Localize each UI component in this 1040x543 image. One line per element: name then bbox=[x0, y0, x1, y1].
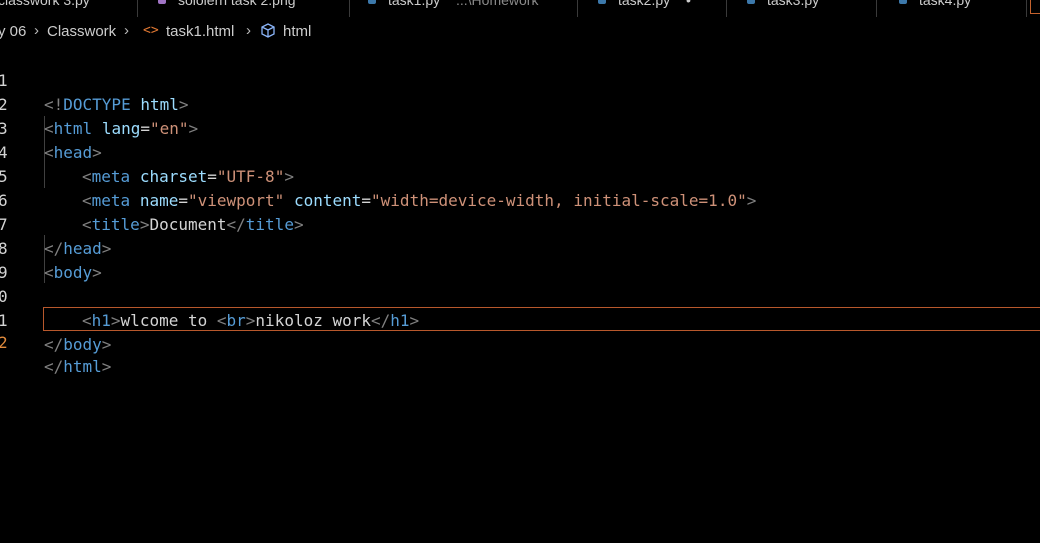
tab-label: task4.py bbox=[919, 0, 972, 8]
code-line[interactable]: 2 <html lang="en"> bbox=[0, 69, 1040, 138]
code-line[interactable]: 1 <!DOCTYPE html> bbox=[0, 45, 1040, 114]
breadcrumb-item-file[interactable]: task1.html bbox=[166, 23, 234, 40]
code-text: </html> bbox=[44, 357, 112, 376]
code-line-active[interactable]: 2 </html> bbox=[0, 307, 1040, 376]
active-tab-edge[interactable] bbox=[1030, 0, 1040, 14]
image-file-icon bbox=[158, 0, 166, 4]
tab-task3[interactable]: task3.py bbox=[727, 0, 877, 17]
breadcrumb-item-classwork[interactable]: Classwork bbox=[47, 23, 116, 40]
python-file-icon bbox=[899, 0, 907, 4]
code-line[interactable]: 0 <h1>wlcome to <br>nikoloz work</h1> bbox=[0, 261, 1040, 330]
tab-sololern-task-2[interactable]: sololern task 2.png bbox=[138, 0, 350, 17]
code-text: </body> bbox=[44, 335, 112, 354]
tab-label: sololern task 2.png bbox=[178, 0, 296, 8]
cube-icon bbox=[259, 22, 277, 44]
breadcrumb: y 06 › Classwork › <> task1.html › html bbox=[0, 22, 1040, 44]
tab-task1-homework[interactable]: task1.py ...\Homework bbox=[350, 0, 578, 17]
python-file-icon bbox=[598, 0, 606, 4]
python-file-icon bbox=[747, 0, 755, 4]
breadcrumb-item-folder[interactable]: y 06 bbox=[0, 23, 26, 40]
code-line[interactable]: 6 <title>Document</title> bbox=[0, 165, 1040, 234]
code-line[interactable]: 9 bbox=[0, 237, 1040, 282]
tab-label: task2.py bbox=[618, 0, 671, 8]
python-file-icon bbox=[368, 0, 376, 4]
chevron-right-icon: › bbox=[34, 22, 39, 39]
breadcrumb-item-symbol[interactable]: html bbox=[283, 23, 311, 40]
unsaved-dot-icon: • bbox=[686, 0, 691, 8]
tab-classwork-3[interactable]: classwork 3.py bbox=[0, 0, 138, 17]
tab-task2[interactable]: task2.py • bbox=[578, 0, 727, 17]
tab-label: classwork 3.py bbox=[0, 0, 90, 8]
code-line[interactable]: 4 <meta charset="UTF-8"> bbox=[0, 117, 1040, 186]
tab-label: task1.py bbox=[388, 0, 441, 8]
chevron-right-icon: › bbox=[124, 22, 129, 39]
code-line[interactable]: 3 <head> bbox=[0, 93, 1040, 162]
html-file-icon: <> bbox=[143, 23, 159, 38]
code-line[interactable]: 5 <meta name="viewport" content="width=d… bbox=[0, 141, 1040, 210]
code-line[interactable]: 7 </head> bbox=[0, 189, 1040, 258]
tab-bar: classwork 3.py sololern task 2.png task1… bbox=[0, 0, 1040, 17]
code-editor[interactable]: 1 <!DOCTYPE html> 2 <html lang="en"> 3 <… bbox=[0, 45, 1040, 543]
code-line[interactable]: 1 </body> bbox=[0, 285, 1040, 354]
chevron-right-icon: › bbox=[246, 22, 251, 39]
code-line[interactable]: 8 <body> bbox=[0, 213, 1040, 282]
tab-label: task3.py bbox=[767, 0, 820, 8]
line-number-active: 2 bbox=[0, 333, 8, 352]
tab-description: ...\Homework bbox=[456, 0, 539, 8]
tab-task4[interactable]: task4.py bbox=[877, 0, 1027, 17]
